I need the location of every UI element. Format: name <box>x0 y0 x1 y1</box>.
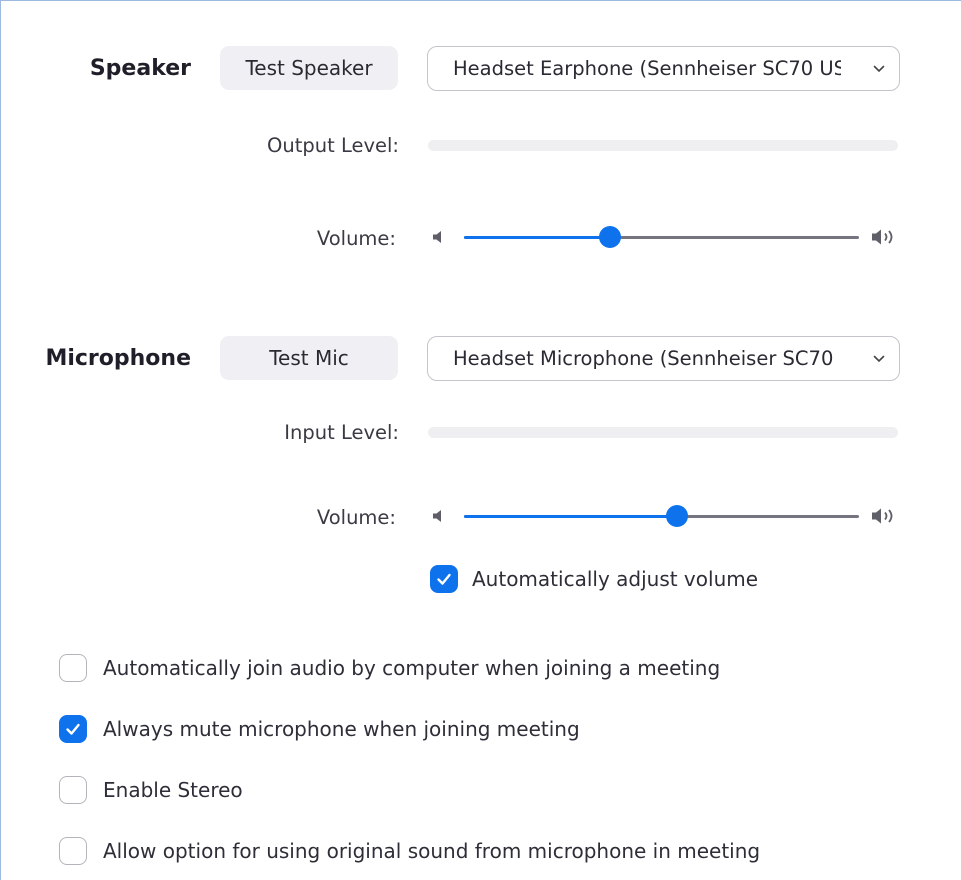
always-mute-checkbox[interactable] <box>59 715 87 743</box>
checkmark-icon <box>437 573 451 585</box>
microphone-volume-thumb[interactable] <box>666 505 689 527</box>
output-level-meter <box>428 140 898 151</box>
option-auto-join-audio[interactable]: Automatically join audio by computer whe… <box>59 654 720 682</box>
auto-join-audio-label: Automatically join audio by computer whe… <box>103 656 721 680</box>
speaker-low-icon <box>431 229 447 249</box>
speaker-volume-thumb[interactable] <box>599 226 622 248</box>
auto-adjust-volume-option[interactable]: Automatically adjust volume <box>430 565 758 593</box>
speaker-volume-slider[interactable] <box>464 226 859 248</box>
microphone-device-value: Headset Microphone (Sennheiser SC70 USB) <box>453 347 841 370</box>
microphone-device-select[interactable]: Headset Microphone (Sennheiser SC70 USB) <box>427 336 900 381</box>
enable-stereo-checkbox[interactable] <box>59 776 87 804</box>
speaker-title: Speaker <box>89 56 191 81</box>
enable-stereo-label: Enable Stereo <box>103 778 243 802</box>
chevron-down-icon <box>873 353 885 365</box>
input-level-meter <box>428 427 898 438</box>
chevron-down-icon <box>873 63 885 75</box>
option-enable-stereo[interactable]: Enable Stereo <box>59 776 243 804</box>
speaker-volume-fill <box>464 236 611 239</box>
microphone-title: Microphone <box>45 346 191 371</box>
speaker-high-icon <box>870 506 900 530</box>
speaker-device-value: Headset Earphone (Sennheiser SC70 USB) <box>453 57 841 80</box>
speaker-device-select[interactable]: Headset Earphone (Sennheiser SC70 USB) <box>427 46 900 91</box>
input-level-label: Input Level: <box>284 421 399 444</box>
checkmark-icon <box>66 723 80 735</box>
microphone-volume-fill <box>464 515 678 518</box>
auto-join-audio-checkbox[interactable] <box>59 654 87 682</box>
option-always-mute[interactable]: Always mute microphone when joining meet… <box>59 715 580 743</box>
auto-adjust-volume-label: Automatically adjust volume <box>472 567 759 591</box>
speaker-high-icon <box>870 227 900 251</box>
auto-adjust-volume-checkbox[interactable] <box>430 565 458 593</box>
audio-settings-panel: Speaker Test Speaker Headset Earphone (S… <box>0 0 961 880</box>
speaker-volume-label: Volume: <box>316 227 396 250</box>
test-speaker-button[interactable]: Test Speaker <box>220 46 398 90</box>
microphone-volume-slider[interactable] <box>464 505 859 527</box>
always-mute-label: Always mute microphone when joining meet… <box>103 717 580 741</box>
original-sound-checkbox[interactable] <box>59 837 87 865</box>
microphone-volume-label: Volume: <box>316 506 396 529</box>
output-level-label: Output Level: <box>267 134 399 157</box>
test-mic-button[interactable]: Test Mic <box>220 336 398 380</box>
speaker-low-icon <box>431 508 447 528</box>
original-sound-label: Allow option for using original sound fr… <box>103 839 761 863</box>
option-original-sound[interactable]: Allow option for using original sound fr… <box>59 837 760 865</box>
